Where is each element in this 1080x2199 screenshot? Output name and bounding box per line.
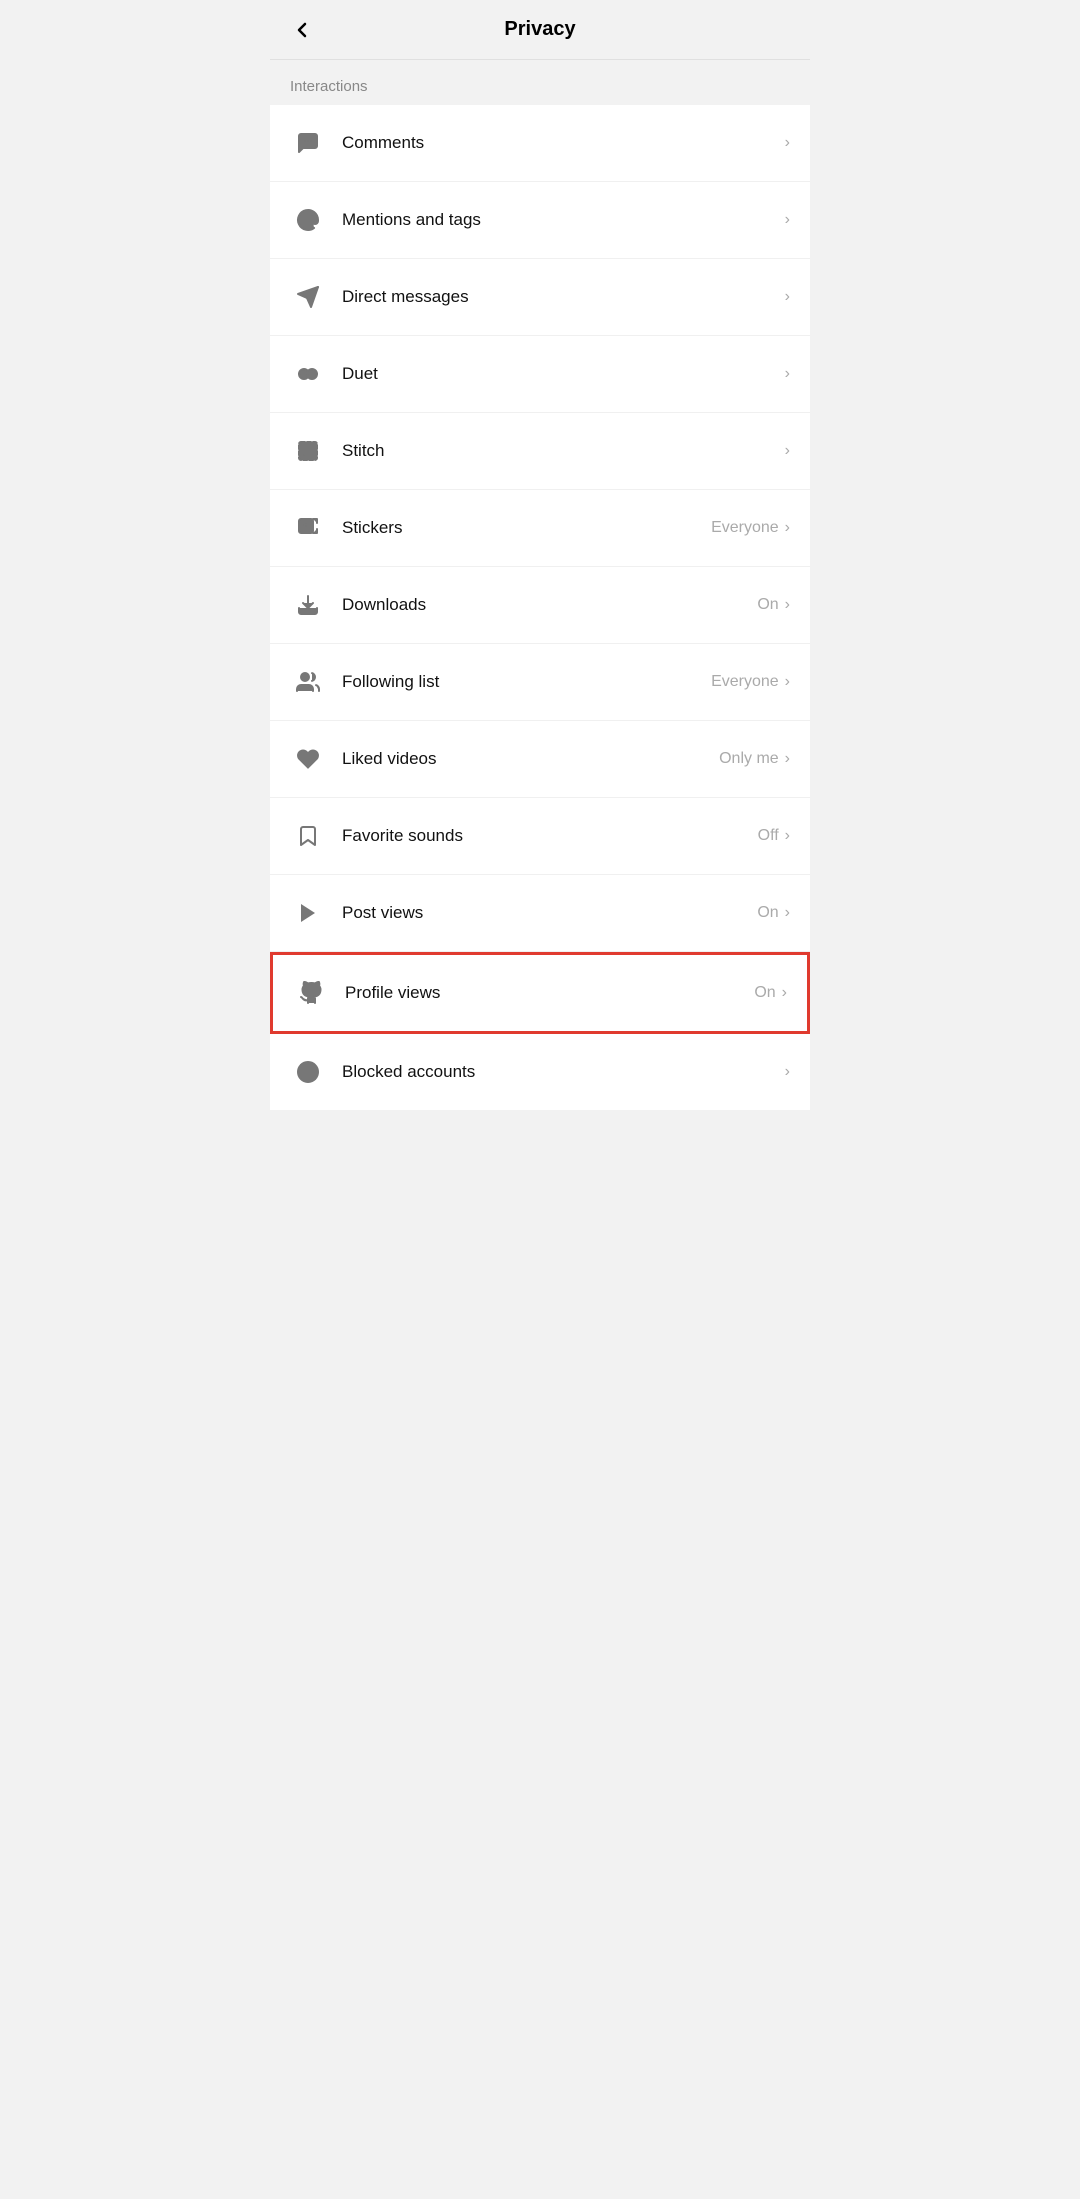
stickers-chevron: › <box>785 519 790 537</box>
post-views-label: Post views <box>342 903 757 923</box>
downloads-icon <box>290 587 326 623</box>
downloads-item[interactable]: Downloads On › <box>270 567 810 644</box>
section-label: Interactions <box>270 60 810 105</box>
duet-chevron: › <box>785 365 790 383</box>
mentions-right: › <box>779 211 790 229</box>
stitch-chevron: › <box>785 442 790 460</box>
comments-chevron: › <box>785 134 790 152</box>
downloads-chevron: › <box>785 596 790 614</box>
back-button[interactable] <box>290 18 314 42</box>
following-icon <box>290 664 326 700</box>
duet-icon <box>290 356 326 392</box>
page-header: Privacy <box>270 0 810 60</box>
comments-label: Comments <box>342 133 779 153</box>
dm-label: Direct messages <box>342 287 779 307</box>
stickers-right: Everyone › <box>711 519 790 537</box>
downloads-label: Downloads <box>342 595 757 615</box>
following-label: Following list <box>342 672 711 692</box>
comments-icon <box>290 125 326 161</box>
liked-label: Liked videos <box>342 749 719 769</box>
duet-label: Duet <box>342 364 779 384</box>
stickers-label: Stickers <box>342 518 711 538</box>
stitch-right: › <box>779 442 790 460</box>
post-views-chevron: › <box>785 904 790 922</box>
following-right: Everyone › <box>711 673 790 691</box>
liked-icon <box>290 741 326 777</box>
profile-views-item[interactable]: Profile views On › <box>270 952 810 1034</box>
following-chevron: › <box>785 673 790 691</box>
favorite-sounds-chevron: › <box>785 827 790 845</box>
mentions-label: Mentions and tags <box>342 210 779 230</box>
blocked-accounts-right: › <box>779 1063 790 1081</box>
stickers-item[interactable]: Stickers Everyone › <box>270 490 810 567</box>
stickers-value: Everyone <box>711 519 779 537</box>
stitch-label: Stitch <box>342 441 779 461</box>
duet-item[interactable]: Duet › <box>270 336 810 413</box>
liked-right: Only me › <box>719 750 790 768</box>
profile-views-value: On <box>754 984 775 1002</box>
blocked-accounts-label: Blocked accounts <box>342 1062 779 1082</box>
downloads-right: On › <box>757 596 790 614</box>
page-title: Privacy <box>504 18 575 41</box>
liked-chevron: › <box>785 750 790 768</box>
post-views-icon <box>290 895 326 931</box>
stitch-icon <box>290 433 326 469</box>
stickers-icon <box>290 510 326 546</box>
stitch-item[interactable]: Stitch › <box>270 413 810 490</box>
favorite-sounds-icon <box>290 818 326 854</box>
direct-messages-item[interactable]: Direct messages › <box>270 259 810 336</box>
favorite-sounds-value: Off <box>758 827 779 845</box>
mentions-chevron: › <box>785 211 790 229</box>
profile-views-icon <box>293 975 329 1011</box>
favorite-sounds-label: Favorite sounds <box>342 826 758 846</box>
liked-value: Only me <box>719 750 779 768</box>
dm-icon <box>290 279 326 315</box>
mentions-item[interactable]: Mentions and tags › <box>270 182 810 259</box>
duet-right: › <box>779 365 790 383</box>
settings-list: Comments › Mentions and tags › Direct me… <box>270 105 810 1110</box>
favorite-sounds-right: Off › <box>758 827 790 845</box>
blocked-accounts-item[interactable]: Blocked accounts › <box>270 1034 810 1110</box>
favorite-sounds-item[interactable]: Favorite sounds Off › <box>270 798 810 875</box>
dm-right: › <box>779 288 790 306</box>
post-views-right: On › <box>757 904 790 922</box>
following-value: Everyone <box>711 673 779 691</box>
profile-views-label: Profile views <box>345 983 754 1003</box>
following-list-item[interactable]: Following list Everyone › <box>270 644 810 721</box>
mentions-icon <box>290 202 326 238</box>
comments-right: › <box>779 134 790 152</box>
liked-videos-item[interactable]: Liked videos Only me › <box>270 721 810 798</box>
downloads-value: On <box>757 596 778 614</box>
post-views-value: On <box>757 904 778 922</box>
comments-item[interactable]: Comments › <box>270 105 810 182</box>
blocked-accounts-chevron: › <box>785 1063 790 1081</box>
blocked-icon <box>290 1054 326 1090</box>
dm-chevron: › <box>785 288 790 306</box>
profile-views-right: On › <box>754 984 787 1002</box>
profile-views-chevron: › <box>782 984 787 1002</box>
post-views-item[interactable]: Post views On › <box>270 875 810 952</box>
